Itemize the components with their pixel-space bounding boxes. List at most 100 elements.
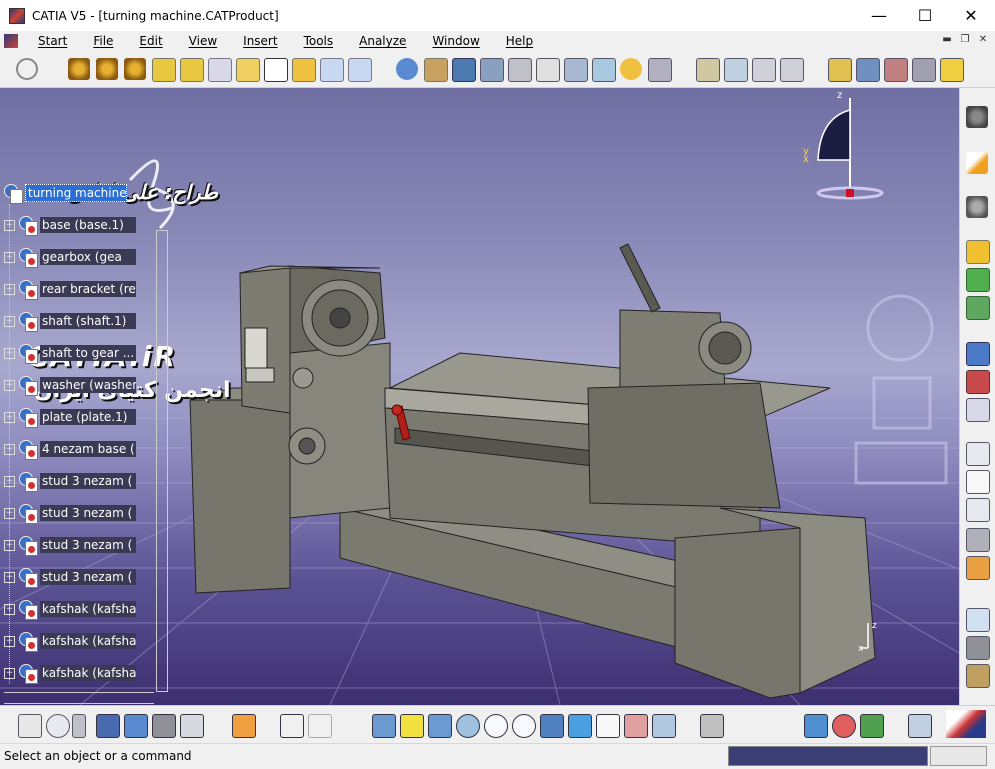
distance-icon[interactable]: [884, 58, 908, 82]
power-input-extra[interactable]: [930, 746, 987, 766]
document-icon[interactable]: [4, 34, 18, 48]
texture-icon[interactable]: [860, 714, 884, 738]
expand-icon[interactable]: +: [4, 603, 15, 615]
selective-load-icon[interactable]: [264, 58, 288, 82]
rotate-view-icon[interactable]: [456, 714, 480, 738]
tree-node-label[interactable]: stud 3 nezam (: [40, 569, 136, 585]
structure-icon[interactable]: [966, 342, 990, 366]
user-selection-icon[interactable]: [908, 714, 932, 738]
measure-icon[interactable]: [912, 58, 936, 82]
insert-new-part-icon[interactable]: [966, 240, 990, 264]
text-abc-icon[interactable]: [966, 470, 990, 494]
power-input-field[interactable]: [728, 746, 928, 766]
expand-icon[interactable]: +: [4, 347, 15, 359]
insert-component-icon[interactable]: [96, 58, 118, 80]
tree-node-label[interactable]: kafshak (kafsha: [40, 665, 136, 681]
undo-icon[interactable]: [280, 714, 304, 738]
doc-close-icon[interactable]: ✕: [976, 33, 990, 47]
comment-icon[interactable]: [46, 714, 70, 738]
replace-component-icon[interactable]: [180, 58, 204, 82]
menu-help[interactable]: Help: [500, 34, 539, 48]
expand-icon[interactable]: +: [4, 315, 15, 327]
tree-node[interactable]: + kafshak (kafsha: [4, 661, 136, 685]
pocket-icon[interactable]: [752, 58, 776, 82]
tree-node[interactable]: + shaft (shaft.1): [4, 309, 136, 333]
tree-node-label[interactable]: kafshak (kafsha: [40, 633, 136, 649]
expand-icon[interactable]: +: [4, 443, 15, 455]
zoom-out-icon[interactable]: [512, 714, 536, 738]
expand-icon[interactable]: +: [4, 571, 15, 583]
tree-node-label[interactable]: stud 3 nezam (: [40, 537, 136, 553]
zoom-in-icon[interactable]: [484, 714, 508, 738]
catalog-icon[interactable]: [124, 714, 148, 738]
expand-icon[interactable]: +: [4, 635, 15, 647]
numbering-icon[interactable]: [966, 398, 990, 422]
split-icon[interactable]: [696, 58, 720, 82]
tree-node[interactable]: + shaft to gear ...: [4, 341, 136, 365]
tree-node-label[interactable]: stud 3 nezam (: [40, 473, 136, 489]
tree-node[interactable]: + kafshak (kafsha: [4, 629, 136, 653]
tree-node[interactable]: + plate (plate.1): [4, 405, 136, 429]
graph-tree-icon[interactable]: [208, 58, 232, 82]
lock-icon[interactable]: [152, 714, 176, 738]
tree-node[interactable]: + stud 3 nezam (: [4, 469, 136, 493]
tree-node-label[interactable]: stud 3 nezam (: [40, 505, 136, 521]
rotate-icon[interactable]: [966, 196, 988, 218]
render-icon[interactable]: [832, 714, 856, 738]
fast-multi-instantiation-icon[interactable]: [348, 58, 372, 82]
shading-icon[interactable]: [624, 714, 648, 738]
clash-icon[interactable]: [828, 58, 852, 82]
normal-view-icon[interactable]: [540, 714, 564, 738]
tree-node[interactable]: + washer (washer: [4, 373, 136, 397]
anchor-icon[interactable]: [508, 58, 532, 82]
tree-node[interactable]: +4 nezam base (: [4, 437, 136, 461]
tree-node-label[interactable]: washer (washer: [40, 377, 136, 393]
expand-icon[interactable]: +: [4, 411, 15, 423]
expand-icon[interactable]: +: [4, 379, 15, 391]
contact-constraint-icon[interactable]: [592, 58, 616, 82]
maximize-button[interactable]: ☐: [902, 0, 948, 31]
measure-inertia-icon[interactable]: [966, 664, 990, 688]
tree-node[interactable]: + base (base.1): [4, 213, 136, 237]
menu-view[interactable]: View: [183, 34, 223, 48]
expand-icon[interactable]: +: [4, 283, 15, 295]
hole-icon[interactable]: [724, 58, 748, 82]
pattern-icon[interactable]: [232, 714, 256, 738]
tree-node[interactable]: + gearbox (gea: [4, 245, 136, 269]
fly-mode-icon[interactable]: [372, 714, 396, 738]
measure-between-icon[interactable]: [966, 608, 990, 632]
flag-note-icon[interactable]: [966, 498, 990, 522]
menu-file[interactable]: File: [87, 34, 119, 48]
reorder-icon[interactable]: [966, 370, 990, 394]
expand-icon[interactable]: +: [4, 667, 15, 679]
tree-node[interactable]: + kafshak (kafsha: [4, 597, 136, 621]
sectioning-icon[interactable]: [856, 58, 880, 82]
expand-icon[interactable]: +: [4, 475, 15, 487]
menu-insert[interactable]: Insert: [237, 34, 283, 48]
list-icon[interactable]: [180, 714, 204, 738]
menu-tools[interactable]: Tools: [298, 34, 340, 48]
workbench-icon[interactable]: [16, 58, 38, 80]
minimize-button[interactable]: —: [856, 0, 902, 31]
expand-icon[interactable]: +: [4, 251, 15, 263]
gear-icon[interactable]: [68, 58, 90, 80]
insert-product-icon[interactable]: [124, 58, 146, 80]
stop-manipulate-icon[interactable]: [480, 58, 504, 82]
manipulation-icon[interactable]: [396, 58, 418, 80]
scene-icon[interactable]: [966, 528, 990, 552]
menu-analyze[interactable]: Analyze: [353, 34, 412, 48]
tree-node-label[interactable]: base (base.1): [40, 217, 136, 233]
tree-node-label[interactable]: shaft (shaft.1): [40, 313, 136, 329]
tree-node[interactable]: + rear bracket (re: [4, 277, 136, 301]
select-arrow-icon[interactable]: [966, 152, 988, 174]
menu-edit[interactable]: Edit: [133, 34, 168, 48]
generate-numbering-icon[interactable]: [236, 58, 260, 82]
formula-icon[interactable]: [18, 714, 42, 738]
tree-node-label[interactable]: kafshak (kafsha: [40, 601, 136, 617]
tree-node-label[interactable]: gearbox (gea: [40, 249, 136, 265]
annotation-icon[interactable]: [940, 58, 964, 82]
redo-icon[interactable]: [308, 714, 332, 738]
tree-node[interactable]: + stud 3 nezam (: [4, 501, 136, 525]
expand-icon[interactable]: +: [4, 219, 15, 231]
measure-item-icon[interactable]: [966, 636, 990, 660]
